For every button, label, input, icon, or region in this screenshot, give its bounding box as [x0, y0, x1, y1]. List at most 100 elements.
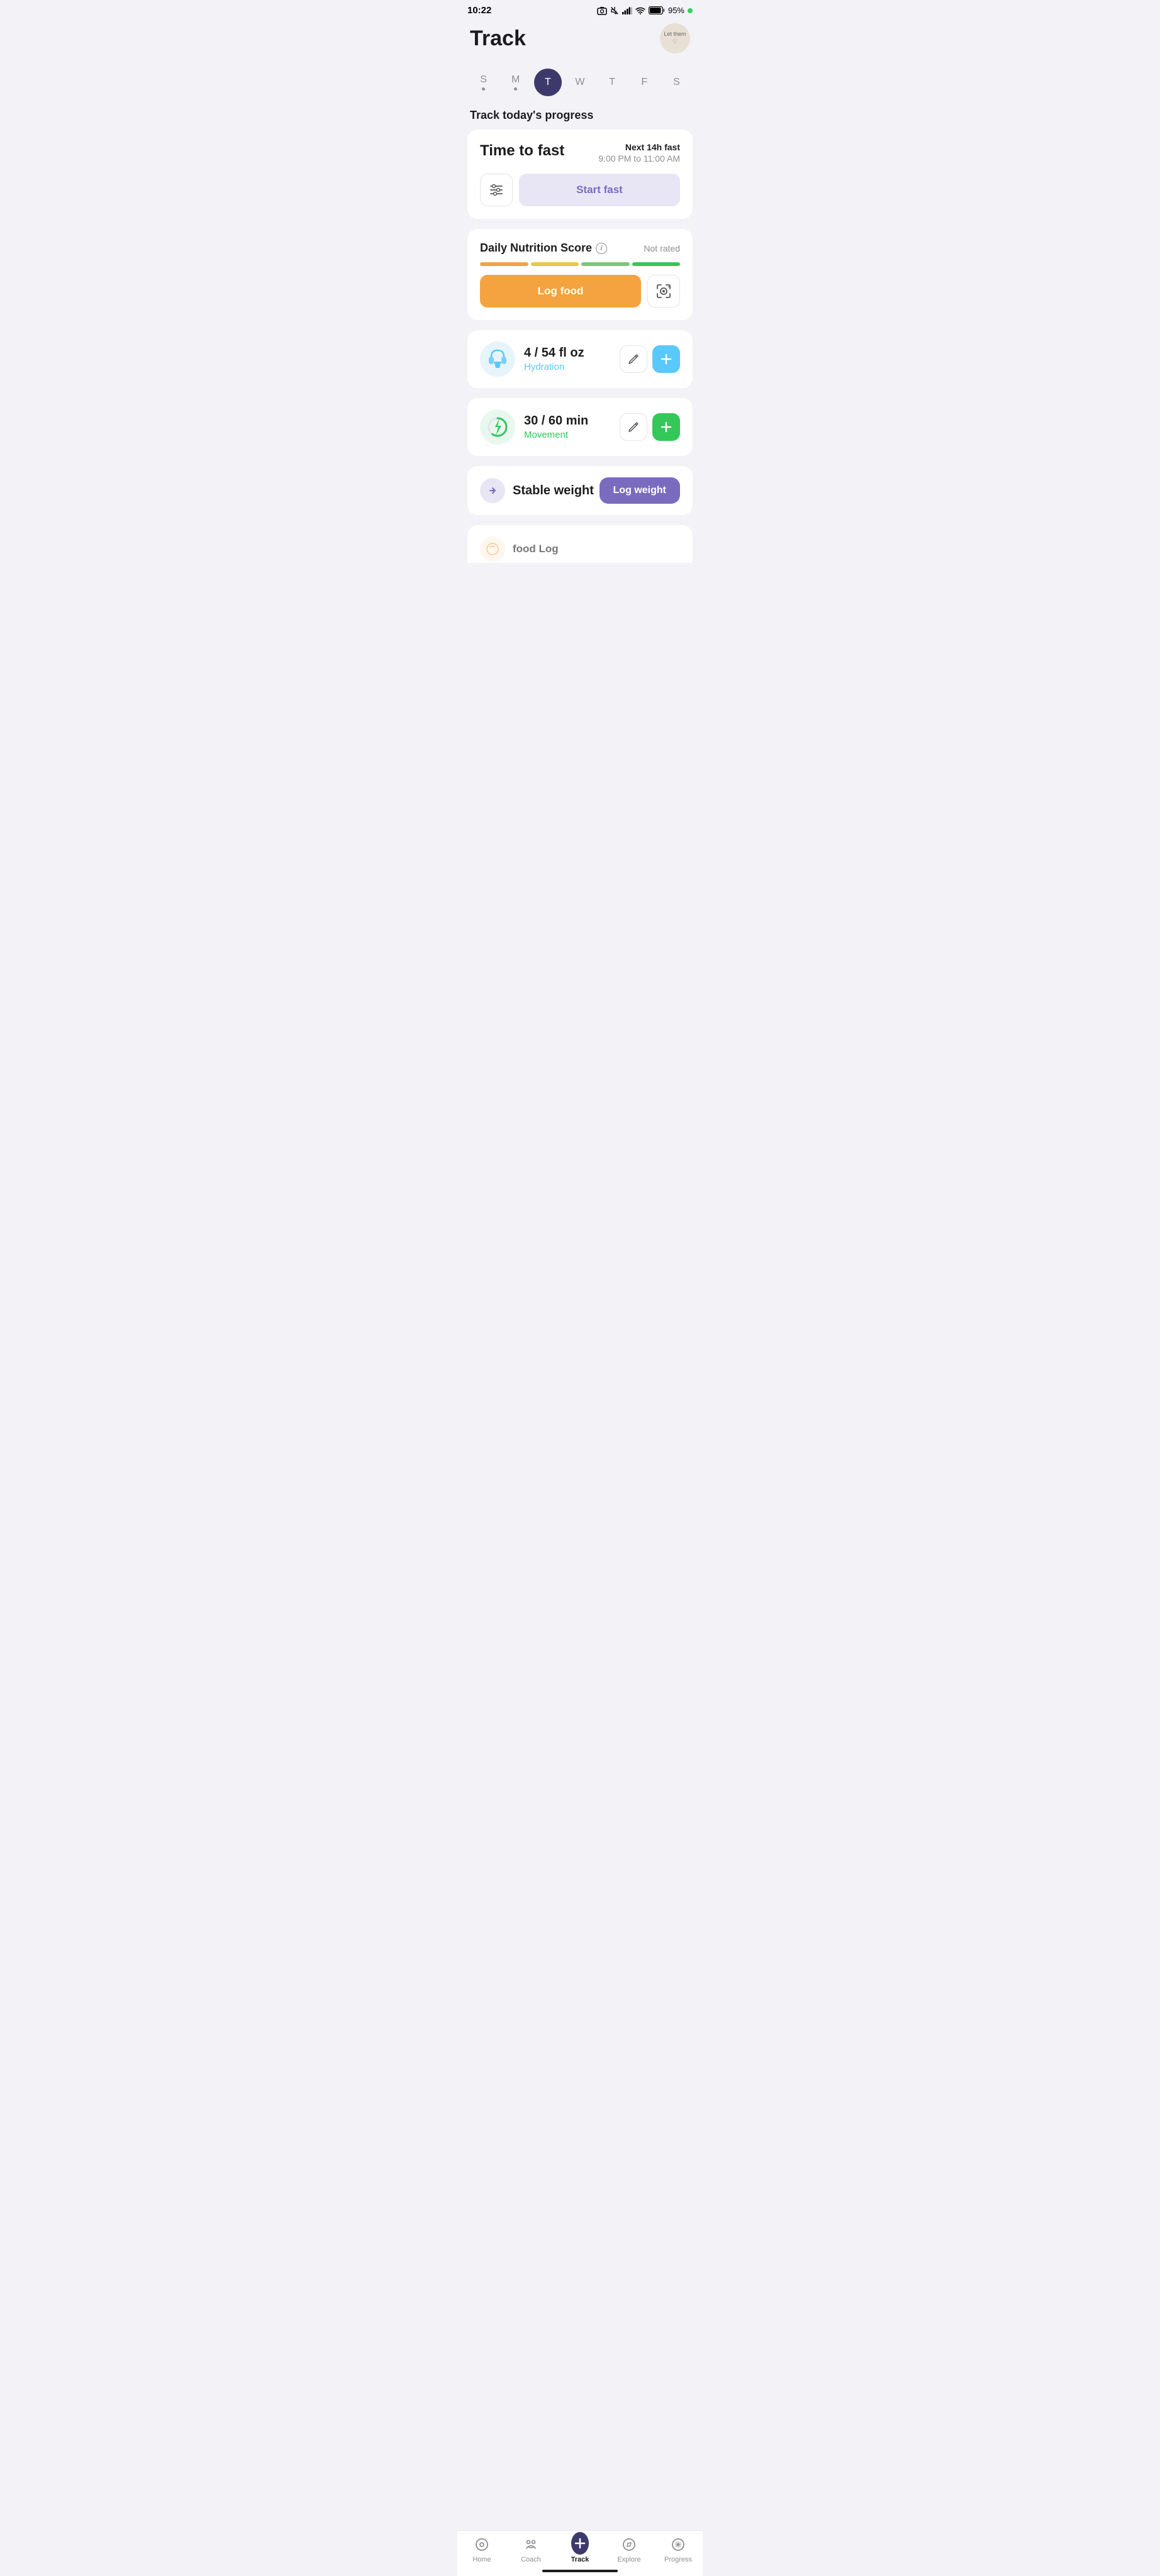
- plus-svg: [574, 2537, 586, 2550]
- hydration-icon-wrap: [480, 341, 515, 377]
- nav-label-explore: Explore: [617, 2556, 640, 2563]
- hydration-add-button[interactable]: [652, 345, 680, 373]
- nav-label-progress: Progress: [664, 2556, 692, 2563]
- home-icon: [473, 2536, 491, 2553]
- day-saturday[interactable]: S: [662, 69, 690, 96]
- nutrition-card: Daily Nutrition Score i Not rated Log fo…: [467, 229, 693, 320]
- hydration-info: 4 / 54 fl oz Hydration: [524, 346, 611, 372]
- nav-item-home[interactable]: Home: [462, 2536, 502, 2563]
- hydration-edit-button[interactable]: [620, 345, 647, 373]
- header: Track Let them♡: [457, 18, 703, 64]
- hydration-value: 4 / 54 fl oz: [524, 346, 611, 360]
- hydration-actions: [620, 345, 680, 373]
- week-days: S M T W T F S: [457, 64, 703, 109]
- day-monday[interactable]: M: [502, 69, 530, 96]
- day-dot: [482, 87, 485, 91]
- fast-next-label: Next 14h fast: [598, 142, 680, 152]
- battery-icon: [649, 6, 665, 14]
- status-bar: 10:22: [457, 0, 703, 18]
- food-log-partial-card: food Log: [467, 525, 693, 563]
- nav-label-home: Home: [472, 2556, 491, 2563]
- wifi-icon: [635, 7, 645, 14]
- nutrition-title-row: Daily Nutrition Score i: [480, 242, 607, 255]
- plus-icon: [660, 353, 672, 365]
- fast-schedule: Next 14h fast 9:00 PM to 11:00 AM: [598, 142, 680, 164]
- nav-label-track: Track: [571, 2556, 589, 2563]
- signal-icon: [622, 7, 632, 14]
- explore-svg: [622, 2537, 637, 2552]
- movement-icon-wrap: [480, 409, 515, 445]
- battery-percent: 95%: [668, 6, 684, 15]
- nav-item-progress[interactable]: Progress: [658, 2536, 698, 2563]
- fast-title: Time to fast: [480, 142, 564, 160]
- day-tuesday[interactable]: T: [534, 69, 562, 96]
- fast-card: Time to fast Next 14h fast 9:00 PM to 11…: [467, 130, 693, 219]
- nav-item-coach[interactable]: Coach: [511, 2536, 551, 2563]
- nutrition-title: Daily Nutrition Score: [480, 242, 592, 255]
- bar-segment-yellow: [531, 262, 579, 266]
- coach-svg: [523, 2537, 538, 2552]
- movement-info: 30 / 60 min Movement: [524, 414, 611, 440]
- weight-left: Stable weight: [480, 478, 594, 503]
- status-icons: 95%: [597, 6, 693, 15]
- nav-item-explore[interactable]: Explore: [609, 2536, 649, 2563]
- plus-icon: [660, 421, 672, 433]
- bar-segment-light-green: [581, 262, 630, 266]
- food-icon: [486, 542, 499, 556]
- day-dot: [514, 87, 517, 91]
- food-log-partial-label: food Log: [513, 543, 559, 555]
- battery-dot: [688, 8, 693, 13]
- track-add-icon: [571, 2536, 589, 2553]
- movement-add-button[interactable]: [652, 413, 680, 441]
- weight-label: Stable weight: [513, 484, 594, 498]
- fast-card-header: Time to fast Next 14h fast 9:00 PM to 11…: [480, 142, 680, 164]
- nav-label-coach: Coach: [521, 2556, 541, 2563]
- movement-icon: [486, 416, 509, 438]
- weight-card: Stable weight Log weight: [467, 466, 693, 515]
- home-indicator: [542, 2570, 618, 2572]
- page-title: Track: [470, 26, 526, 51]
- explore-icon: [620, 2536, 638, 2553]
- section-title: Track today's progress: [457, 109, 703, 130]
- day-friday[interactable]: F: [630, 69, 658, 96]
- fast-settings-button[interactable]: [480, 174, 513, 206]
- pencil-icon: [628, 353, 639, 365]
- day-wednesday[interactable]: W: [566, 69, 594, 96]
- log-weight-button[interactable]: Log weight: [600, 477, 680, 504]
- nutrition-header: Daily Nutrition Score i Not rated: [480, 242, 680, 255]
- weight-icon: [480, 478, 505, 503]
- camera-icon: [597, 6, 607, 15]
- home-svg: [474, 2537, 489, 2552]
- day-thursday[interactable]: T: [598, 69, 626, 96]
- status-time: 10:22: [467, 5, 491, 16]
- movement-card: 30 / 60 min Movement: [467, 398, 693, 456]
- bar-segment-green: [632, 262, 681, 266]
- sliders-icon: [489, 184, 503, 196]
- track-add-btn[interactable]: [571, 2532, 589, 2555]
- avatar[interactable]: Let them♡: [660, 23, 690, 53]
- nav-item-track[interactable]: Track: [560, 2536, 600, 2563]
- hydration-card: 4 / 54 fl oz Hydration: [467, 330, 693, 388]
- hydration-label: Hydration: [524, 362, 611, 372]
- mute-icon: [610, 6, 619, 15]
- movement-edit-button[interactable]: [620, 413, 647, 441]
- ai-scan-button[interactable]: [647, 275, 680, 308]
- hydration-icon: [488, 348, 508, 370]
- movement-value: 30 / 60 min: [524, 414, 611, 428]
- arrow-right-circle-icon: [484, 482, 501, 499]
- pencil-icon: [628, 421, 639, 433]
- nutrition-status: Not rated: [644, 243, 680, 253]
- progress-svg: [671, 2537, 686, 2552]
- bar-segment-orange: [480, 262, 528, 266]
- nutrition-actions: Log food: [480, 275, 680, 308]
- info-icon[interactable]: i: [596, 243, 607, 254]
- movement-label: Movement: [524, 430, 611, 440]
- log-food-button[interactable]: Log food: [480, 275, 641, 308]
- nutrition-bar: [480, 262, 680, 266]
- movement-actions: [620, 413, 680, 441]
- fast-time-range: 9:00 PM to 11:00 AM: [598, 153, 680, 164]
- start-fast-button[interactable]: Start fast: [519, 174, 680, 206]
- progress-icon: [669, 2536, 687, 2553]
- day-sunday[interactable]: S: [470, 69, 498, 96]
- ai-camera-icon: [655, 283, 672, 299]
